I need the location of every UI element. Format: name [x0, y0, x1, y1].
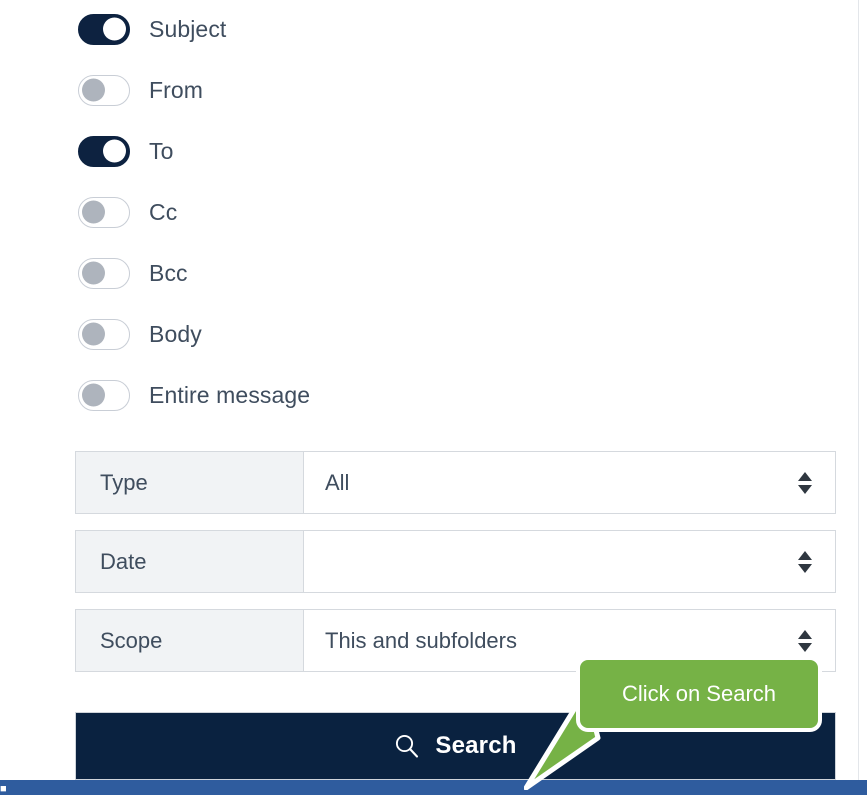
toggle-switch-off-icon[interactable] — [78, 74, 130, 106]
toggle-switch-on-icon[interactable] — [78, 13, 130, 45]
toggle-row-bcc[interactable]: Bcc — [78, 256, 188, 290]
select-updown-arrows-icon — [798, 629, 812, 652]
select-scope[interactable]: This and subfolders — [304, 610, 835, 671]
select-label-scope: Scope — [76, 610, 304, 671]
bottom-status-bar: ■ — [0, 780, 867, 795]
select-updown-arrows-icon — [798, 471, 812, 494]
toggle-label-entire-message: Entire message — [149, 381, 311, 408]
magnifier-icon — [396, 734, 419, 758]
toggle-switch-on-icon[interactable] — [78, 135, 130, 167]
toggle-switch-off-icon[interactable] — [78, 379, 130, 411]
toggle-knob — [82, 200, 105, 224]
select-date[interactable] — [304, 531, 835, 592]
toggle-switch-off-icon[interactable] — [78, 257, 130, 289]
select-value-type: All — [325, 469, 350, 495]
toggle-row-cc[interactable]: Cc — [78, 195, 177, 229]
bottom-bar-partial-glyph: ■ — [0, 785, 7, 794]
toggle-switch-off-icon[interactable] — [78, 196, 130, 228]
toggle-switch-off-icon[interactable] — [78, 318, 130, 350]
toggle-label-subject: Subject — [149, 15, 227, 42]
toggle-label-bcc: Bcc — [149, 259, 188, 286]
select-value-scope: This and subfolders — [325, 627, 517, 653]
toggle-knob — [82, 78, 105, 102]
toggle-label-body: Body — [149, 320, 202, 347]
select-row-date[interactable]: Date — [75, 530, 836, 593]
select-type[interactable]: All — [304, 452, 835, 513]
search-button-label: Search — [435, 732, 517, 759]
toggle-row-subject[interactable]: Subject — [78, 12, 226, 46]
search-button[interactable]: Search — [75, 712, 836, 780]
toggle-row-to[interactable]: To — [78, 134, 174, 168]
toggle-row-entire-message[interactable]: Entire message — [78, 378, 310, 412]
toggle-row-body[interactable]: Body — [78, 317, 202, 351]
select-row-type[interactable]: Type All — [75, 451, 836, 514]
toggle-row-from[interactable]: From — [78, 73, 203, 107]
toggle-knob — [103, 17, 126, 41]
select-updown-arrows-icon — [798, 550, 812, 573]
callout-text: Click on Search — [621, 681, 777, 706]
toggle-label-to: To — [149, 137, 174, 164]
select-label-date: Date — [76, 531, 304, 592]
search-filter-panel: Subject From To Cc Bcc Body Entire messa… — [0, 0, 867, 795]
toggle-knob — [82, 261, 105, 285]
toggle-label-cc: Cc — [149, 198, 178, 225]
toggle-label-from: From — [149, 76, 204, 103]
select-label-type: Type — [76, 452, 304, 513]
toggle-knob — [103, 139, 126, 163]
toggle-knob — [82, 322, 105, 346]
panel-right-divider — [858, 0, 859, 795]
select-row-scope[interactable]: Scope This and subfolders — [75, 609, 836, 672]
toggle-knob — [82, 383, 105, 407]
